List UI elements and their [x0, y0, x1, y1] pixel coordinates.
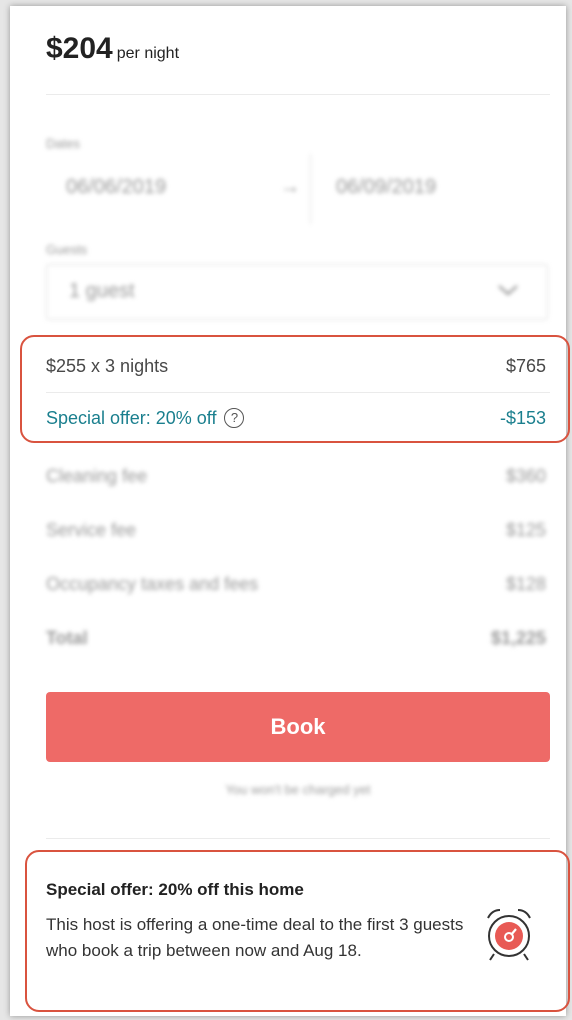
- guests-select[interactable]: 1 guest: [46, 264, 548, 320]
- cleaning-fee-label: Cleaning fee: [46, 466, 148, 486]
- price-unit: per night: [116, 45, 180, 62]
- guests-label: Guests: [46, 242, 88, 257]
- book-button[interactable]: Book: [46, 692, 550, 762]
- divider: [46, 94, 550, 95]
- offer-highlight-box: [25, 850, 570, 1012]
- divider: [46, 838, 550, 839]
- total-amount: $1,225: [490, 628, 546, 648]
- service-fee-label: Service fee: [46, 520, 137, 540]
- occupancy-amount: $128: [505, 574, 546, 594]
- service-fee-amount: $125: [505, 520, 546, 540]
- price-per-night: $204 per night: [46, 32, 179, 66]
- check-in-date[interactable]: 06/06/2019: [66, 176, 166, 199]
- date-separator: [310, 154, 311, 224]
- arrow-icon: →: [280, 176, 300, 198]
- occupancy-row: Occupancy taxes and fees $128: [46, 574, 546, 595]
- total-row: Total $1,225: [46, 628, 546, 649]
- check-out-date[interactable]: 06/09/2019: [336, 176, 436, 199]
- service-fee-row: Service fee $125: [46, 520, 546, 541]
- dates-label: Dates: [46, 136, 80, 151]
- price-amount: $204: [46, 32, 113, 65]
- guests-value: 1 guest: [69, 280, 135, 302]
- cleaning-fee-row: Cleaning fee $360: [46, 466, 546, 487]
- cleaning-fee-amount: $360: [505, 466, 546, 486]
- total-label: Total: [46, 628, 88, 648]
- chevron-down-icon: [498, 285, 518, 296]
- price-highlight-box: [20, 335, 570, 443]
- charge-note: You won't be charged yet: [225, 782, 371, 797]
- occupancy-label: Occupancy taxes and fees: [46, 574, 259, 594]
